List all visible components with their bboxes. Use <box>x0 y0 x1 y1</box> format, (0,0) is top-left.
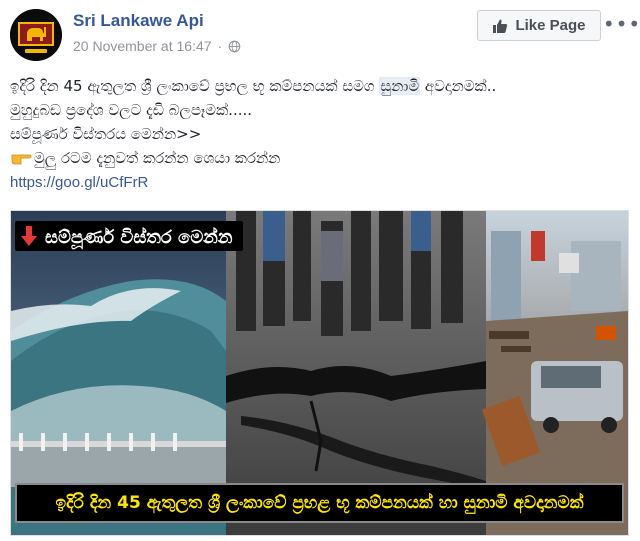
post-meta: 20 November at 16:47 · <box>73 38 241 54</box>
post-text-line: ඉදිරි දින 45 ඇතුලත ශ්‍රී ලංකාවේ ප්‍රභල භ… <box>10 74 620 98</box>
post-text-line: මුහුදුබඩ ප්‍රදේශ වලට දැඩි බලපෑමක්..... <box>10 101 253 119</box>
post-text-segment: ඉදිරි දින 45 ඇතුලත ශ්‍රී ලංකාවේ ප්‍රභල භ… <box>10 77 380 95</box>
thumbs-up-icon <box>493 19 508 33</box>
page-name-link[interactable]: Sri Lankawe Api <box>73 11 204 31</box>
like-page-button[interactable]: Like Page <box>477 10 601 41</box>
shortened-link[interactable]: https://goo.gl/uCfFrR <box>10 174 148 191</box>
globe-icon[interactable] <box>228 40 241 53</box>
top-banner-text: සම්පූර්ණ විස්තර මෙන්න <box>45 226 233 248</box>
like-page-label: Like Page <box>515 17 586 34</box>
hashtag-highlight[interactable]: සුනාමි <box>379 77 421 95</box>
lion-flag-logo <box>10 9 62 61</box>
more-options-icon: ••• <box>602 12 640 36</box>
meta-separator: · <box>217 38 223 54</box>
post-text-segment: මුලු රටම දැනුවත් කරන්න ශෙයා කරන්න <box>34 149 281 167</box>
page-avatar[interactable] <box>10 9 62 61</box>
post-text-line: සම්පූර්ණ විස්තරය මෙන්න>> <box>10 125 202 143</box>
post-text-line: මුලු රටම දැනුවත් කරන්න ශෙයා කරන්න <box>10 146 620 170</box>
shared-image[interactable]: සම්පූර්ණ විස්තර මෙන්න ඉදිරි දින 45 ඇතුලත… <box>10 210 629 536</box>
facebook-post: Sri Lankawe Api 20 November at 16:47 · L… <box>0 0 640 541</box>
pointing-finger-emoji <box>11 154 32 165</box>
more-options-button[interactable]: ••• <box>603 12 640 36</box>
post-text-line: https://goo.gl/uCfFrR <box>10 170 620 194</box>
image-top-banner: සම්පූර්ණ විස්තර මෙන්න <box>15 221 243 251</box>
post-body: ඉදිරි දින 45 ඇතුලත ශ්‍රී ලංකාවේ ප්‍රභල භ… <box>10 74 620 194</box>
image-bottom-banner: ඉදිරි දින 45 ඇතුලත ශ්‍රී ලංකාවේ ප්‍රභළ භ… <box>15 483 624 523</box>
post-timestamp[interactable]: 20 November at 16:47 <box>73 38 212 54</box>
down-arrow-icon <box>21 226 37 246</box>
post-text-segment: අවදානමක්.. <box>420 77 497 95</box>
bottom-banner-text: ඉදිරි දින 45 ඇතුලත ශ්‍රී ලංකාවේ ප්‍රභළ භ… <box>55 493 584 513</box>
